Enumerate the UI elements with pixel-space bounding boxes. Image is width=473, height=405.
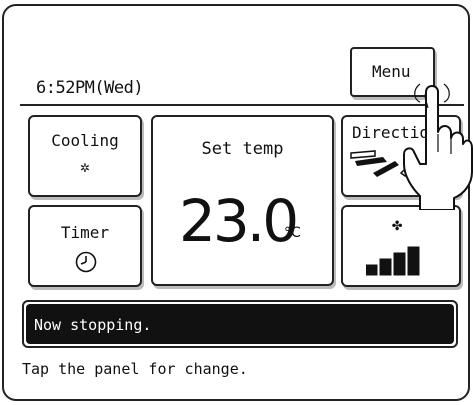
timer-label: Timer (60, 223, 110, 242)
set-temp-label: Set temp (201, 139, 284, 159)
hint-text: Tap the panel for change. (22, 360, 248, 378)
fan-speed-bar (366, 264, 378, 276)
clock-display: 6:52PM(Wed) (36, 78, 144, 98)
fan-icon: ✤ (392, 215, 403, 235)
snowflake-icon: ✲ (80, 157, 90, 176)
temp-unit: °C (284, 225, 301, 241)
status-bar: Now stopping. (22, 300, 458, 348)
mode-label: Cooling (51, 131, 119, 150)
status-message: Now stopping. (34, 316, 152, 334)
operation-mode-button[interactable]: Cooling ✲ (28, 115, 142, 197)
fan-speed-bar (393, 252, 406, 276)
header-divider (20, 104, 464, 106)
fan-speed-bar (379, 258, 392, 276)
fan-speed-button[interactable]: ✤ (341, 205, 461, 287)
fan-speed-bar (407, 246, 420, 276)
fan-speed-bars (366, 246, 420, 276)
timer-button[interactable]: Timer (28, 205, 142, 287)
pointing-hand-icon (403, 83, 473, 210)
set-temp-value: 23.0 (179, 187, 299, 255)
set-temp-button[interactable]: Set temp 23.0 °C (151, 115, 334, 286)
clock-icon (75, 251, 97, 273)
menu-button-label: Menu (372, 62, 411, 81)
